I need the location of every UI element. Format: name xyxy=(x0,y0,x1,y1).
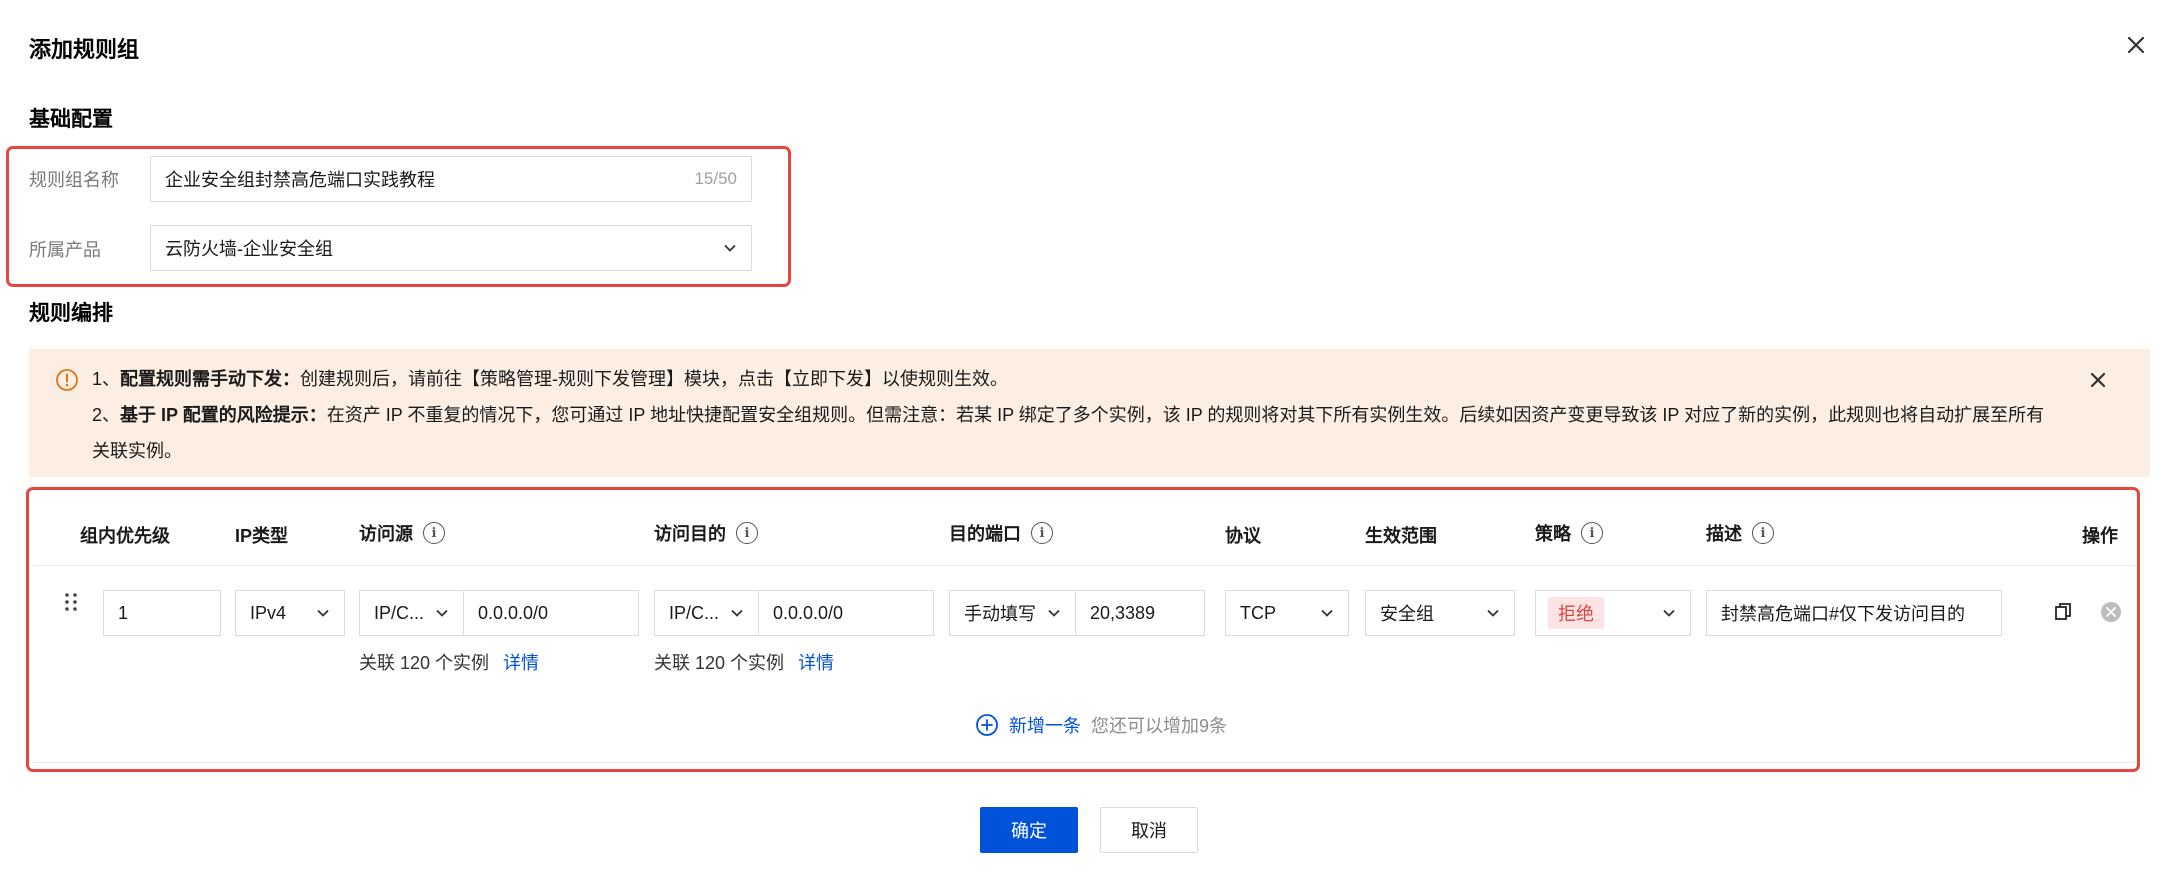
th-destination: 访问目的 i xyxy=(654,520,758,546)
dest-value-input[interactable]: 0.0.0.0/0 xyxy=(758,590,934,636)
priority-input[interactable]: 1 xyxy=(103,590,221,636)
cancel-button[interactable]: 取消 xyxy=(1100,807,1198,853)
description-input[interactable]: 封禁高危端口#仅下发访问目的 xyxy=(1706,590,2002,636)
product-select[interactable]: 云防火墙-企业安全组 xyxy=(150,225,752,271)
name-char-counter: 15/50 xyxy=(694,169,737,188)
info-icon[interactable]: i xyxy=(423,522,445,544)
add-rule-link[interactable]: 新增一条 xyxy=(1009,712,1081,738)
alert-line1-text: 创建规则后，请前往【策略管理-规则下发管理】模块，点击【立即下发】以使规则生效。 xyxy=(300,369,1009,389)
th-ip-type: IP类型 xyxy=(235,526,289,546)
chevron-down-icon xyxy=(724,244,736,252)
th-policy: 策略 i xyxy=(1535,520,1603,546)
warning-circle-icon xyxy=(56,369,78,391)
dest-assoc-text: 关联 120 个实例 xyxy=(654,653,785,673)
info-icon[interactable]: i xyxy=(1752,522,1774,544)
ip-type-value: IPv4 xyxy=(250,602,287,623)
dest-value: 0.0.0.0/0 xyxy=(773,602,844,623)
alert-line-3: 关联实例。 xyxy=(92,441,182,461)
policy-select[interactable]: 拒绝 xyxy=(1535,590,1691,636)
add-rule-hint: 您还可以增加9条 xyxy=(1091,716,1228,736)
priority-value: 1 xyxy=(118,602,129,623)
rule-group-name-label: 规则组名称 xyxy=(29,170,119,190)
rules-section-title: 规则编排 xyxy=(29,302,113,325)
dest-type-value: IP/C... xyxy=(669,602,720,623)
protocol-select[interactable]: TCP xyxy=(1225,590,1349,636)
chevron-down-icon xyxy=(436,609,448,617)
chevron-down-icon xyxy=(1487,609,1499,617)
chevron-down-icon xyxy=(317,609,329,617)
port-mode-value: 手动填写 xyxy=(964,604,1036,624)
add-circle-icon[interactable] xyxy=(975,713,999,737)
info-icon[interactable]: i xyxy=(1581,522,1603,544)
th-source: 访问源 i xyxy=(359,520,445,546)
scope-select[interactable]: 安全组 xyxy=(1365,590,1515,636)
copy-icon[interactable] xyxy=(2054,602,2072,622)
th-priority: 组内优先级 xyxy=(80,526,170,546)
source-assoc-text: 关联 120 个实例 xyxy=(359,653,490,673)
description-value: 封禁高危端口#仅下发访问目的 xyxy=(1721,604,1966,624)
source-value-input[interactable]: 0.0.0.0/0 xyxy=(463,590,639,636)
source-type-select[interactable]: IP/C... xyxy=(359,590,463,636)
basic-config-title: 基础配置 xyxy=(29,108,113,131)
close-icon[interactable] xyxy=(2123,32,2149,58)
ip-type-select[interactable]: IPv4 xyxy=(235,590,345,636)
source-type-value: IP/C... xyxy=(374,602,425,623)
th-description: 描述 i xyxy=(1706,520,1774,546)
rule-group-name-value: 企业安全组封禁高危端口实践教程 xyxy=(165,170,435,190)
source-value: 0.0.0.0/0 xyxy=(478,602,549,623)
chevron-down-icon xyxy=(1321,609,1333,617)
info-icon[interactable]: i xyxy=(736,522,758,544)
chevron-down-icon xyxy=(1048,609,1060,617)
source-detail-link[interactable]: 详情 xyxy=(503,653,539,673)
table-bottom-divider xyxy=(33,762,2134,763)
chevron-down-icon xyxy=(731,609,743,617)
dialog-title: 添加规则组 xyxy=(29,37,140,62)
drag-handle-icon[interactable] xyxy=(64,592,78,616)
th-dest-port: 目的端口 i xyxy=(949,520,1053,546)
dest-detail-link[interactable]: 详情 xyxy=(798,653,834,673)
rule-group-name-input[interactable]: 企业安全组封禁高危端口实践教程 15/50 xyxy=(150,156,752,202)
th-scope: 生效范围 xyxy=(1365,526,1437,546)
dest-type-select[interactable]: IP/C... xyxy=(654,590,758,636)
delete-circle-icon[interactable] xyxy=(2100,601,2122,623)
alert-line1-prefix: 1、 xyxy=(92,369,121,389)
warning-alert: 1、配置规则需手动下发：创建规则后，请前往【策略管理-规则下发管理】模块，点击【… xyxy=(29,349,2150,477)
alert-line-2: 2、基于 IP 配置的风险提示：在资产 IP 不重复的情况下，您可通过 IP 地… xyxy=(92,397,2082,433)
product-label: 所属产品 xyxy=(29,240,101,260)
protocol-value: TCP xyxy=(1240,602,1276,623)
product-value: 云防火墙-企业安全组 xyxy=(165,239,333,259)
add-rule-row: 新增一条 您还可以增加9条 xyxy=(975,712,1227,738)
alert-close-icon[interactable] xyxy=(2087,369,2109,391)
table-header-divider xyxy=(33,565,2134,566)
chevron-down-icon xyxy=(1663,609,1675,617)
dest-assoc-info: 关联 120 个实例 详情 xyxy=(654,649,834,675)
alert-line-1: 1、配置规则需手动下发：创建规则后，请前往【策略管理-规则下发管理】模块，点击【… xyxy=(92,361,1008,397)
alert-line1-bold: 配置规则需手动下发： xyxy=(120,369,301,389)
info-icon[interactable]: i xyxy=(1031,522,1053,544)
port-value: 20,3389 xyxy=(1090,602,1156,623)
scope-value: 安全组 xyxy=(1380,604,1434,624)
alert-line2-text: 在资产 IP 不重复的情况下，您可通过 IP 地址快捷配置安全组规则。但需注意：… xyxy=(326,405,2045,425)
port-mode-select[interactable]: 手动填写 xyxy=(949,590,1075,636)
source-assoc-info: 关联 120 个实例 详情 xyxy=(359,649,539,675)
confirm-button[interactable]: 确定 xyxy=(980,807,1078,853)
policy-deny-tag: 拒绝 xyxy=(1548,597,1604,629)
th-protocol: 协议 xyxy=(1225,526,1261,546)
alert-line2-bold: 基于 IP 配置的风险提示： xyxy=(120,405,327,425)
port-value-input[interactable]: 20,3389 xyxy=(1075,590,1205,636)
alert-line2-prefix: 2、 xyxy=(92,405,121,425)
th-actions: 操作 xyxy=(2082,526,2118,546)
